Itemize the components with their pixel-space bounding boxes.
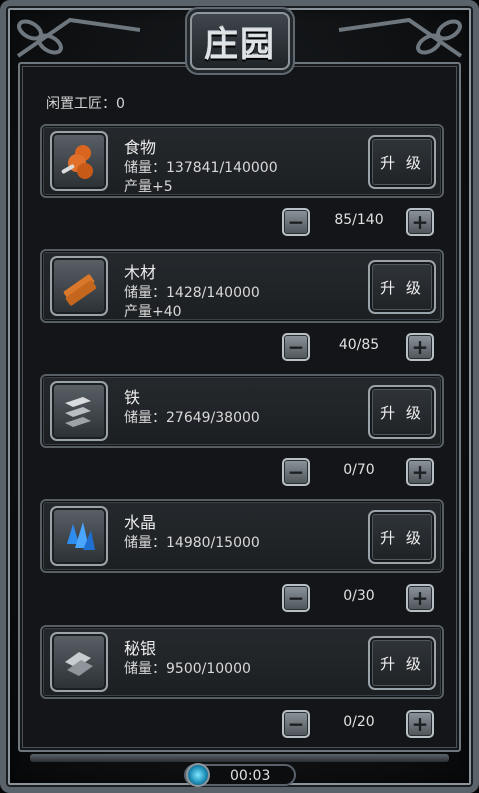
- decrease-workers-button-iron[interactable]: −: [282, 458, 310, 486]
- worker-stepper-mithril: − 0/20 +: [40, 710, 444, 738]
- worker-count-wood: 40/85: [338, 337, 380, 353]
- increase-workers-button-wood[interactable]: +: [406, 333, 434, 361]
- minus-icon: −: [287, 586, 305, 610]
- iron-icon: [50, 381, 108, 441]
- resource-name: 木材: [124, 263, 157, 282]
- worker-stepper-iron: − 0/70 +: [40, 458, 444, 486]
- decrease-workers-button-food[interactable]: −: [282, 208, 310, 236]
- page-title: 庄园: [204, 24, 276, 65]
- resource-card-wood: 木材 储量：1428/140000 产量+40 升 级: [40, 249, 444, 323]
- worker-count-crystal: 0/30: [343, 588, 375, 604]
- wood-icon: [50, 256, 108, 316]
- worker-stepper-food: − 85/140 +: [40, 208, 444, 236]
- increase-workers-button-food[interactable]: +: [406, 208, 434, 236]
- plus-icon: +: [411, 210, 429, 234]
- resource-name: 铁: [124, 388, 141, 407]
- chain-ornament-right: [338, 17, 463, 58]
- resource-card-mithril: 秘银 储量：9500/10000 升 级: [40, 625, 444, 699]
- upgrade-button-crystal[interactable]: 升 级: [368, 510, 436, 564]
- minus-icon: −: [287, 210, 305, 234]
- resource-card-food: 食物 储量：137841/140000 产量+5 升 级: [40, 124, 444, 198]
- increase-workers-button-mithril[interactable]: +: [406, 710, 434, 738]
- worker-count-food: 85/140: [334, 212, 384, 228]
- resource-name: 水晶: [124, 513, 157, 532]
- resource-stock: 储量：27649/38000: [124, 410, 260, 426]
- decrease-workers-button-crystal[interactable]: −: [282, 584, 310, 612]
- timer-orb-icon: [186, 763, 210, 787]
- worker-stepper-crystal: − 0/30 +: [40, 584, 444, 612]
- decrease-workers-button-mithril[interactable]: −: [282, 710, 310, 738]
- title-plate: 庄园: [190, 12, 290, 70]
- worker-count-iron: 0/70: [343, 462, 375, 478]
- worker-count-mithril: 0/20: [343, 714, 375, 730]
- idle-workers-label: 闲置工匠：0: [46, 96, 125, 112]
- food-icon: [50, 131, 108, 191]
- crystal-icon: [50, 506, 108, 566]
- minus-icon: −: [287, 460, 305, 484]
- plus-icon: +: [411, 335, 429, 359]
- plus-icon: +: [411, 460, 429, 484]
- decrease-workers-button-wood[interactable]: −: [282, 333, 310, 361]
- resource-production: 产量+40: [124, 304, 182, 320]
- plus-icon: +: [411, 712, 429, 736]
- minus-icon: −: [287, 712, 305, 736]
- upgrade-button-food[interactable]: 升 级: [368, 135, 436, 189]
- minus-icon: −: [287, 335, 305, 359]
- resource-stock: 储量：1428/140000: [124, 285, 260, 301]
- upgrade-button-wood[interactable]: 升 级: [368, 260, 436, 314]
- resource-card-iron: 铁 储量：27649/38000 升 级: [40, 374, 444, 448]
- upgrade-button-mithril[interactable]: 升 级: [368, 636, 436, 690]
- resource-name: 食物: [124, 138, 157, 157]
- mithril-icon: [50, 632, 108, 692]
- increase-workers-button-crystal[interactable]: +: [406, 584, 434, 612]
- chain-ornament-left: [16, 17, 141, 58]
- resource-production: 产量+5: [124, 179, 173, 195]
- resource-name: 秘银: [124, 639, 157, 658]
- upgrade-button-iron[interactable]: 升 级: [368, 385, 436, 439]
- resource-stock: 储量：9500/10000: [124, 661, 251, 677]
- bottom-frame-bar: [30, 754, 449, 762]
- resource-stock: 储量：14980/15000: [124, 535, 260, 551]
- resource-stock: 储量：137841/140000: [124, 160, 278, 176]
- timer-value: 00:03: [230, 768, 271, 784]
- plus-icon: +: [411, 586, 429, 610]
- increase-workers-button-iron[interactable]: +: [406, 458, 434, 486]
- resource-card-crystal: 水晶 储量：14980/15000 升 级: [40, 499, 444, 573]
- timer-display: 00:03: [184, 763, 296, 787]
- worker-stepper-wood: − 40/85 +: [40, 333, 444, 361]
